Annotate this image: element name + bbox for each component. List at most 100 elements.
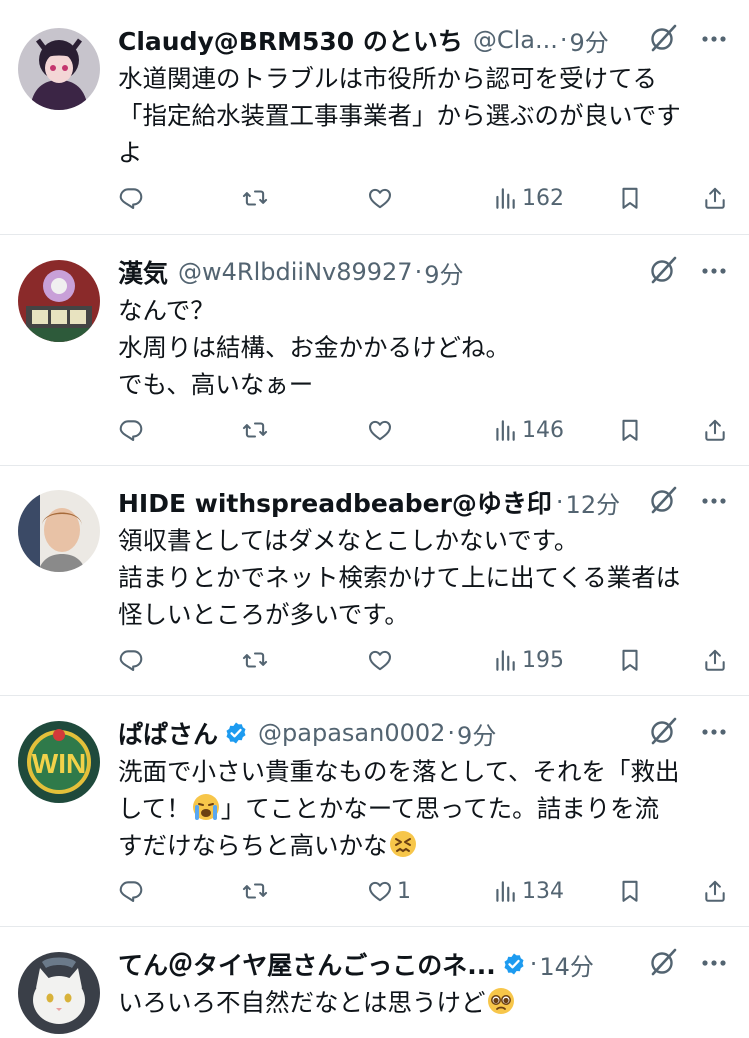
share-button[interactable] — [702, 873, 728, 909]
retweet-button[interactable] — [242, 873, 268, 909]
more-icon[interactable] — [699, 256, 729, 286]
grok-icon[interactable] — [647, 254, 679, 286]
bookmark-icon — [617, 185, 643, 211]
heart-icon — [367, 647, 393, 673]
display-name[interactable]: HIDE withspreadbeaber@ゆき印 — [118, 484, 552, 520]
retweet-button[interactable] — [242, 180, 268, 216]
bookmark-button[interactable] — [617, 412, 643, 448]
tweet[interactable]: 漢気 @w4RlbdiiNv89927 · 9分 なんで？ 水周りは結構、お金か… — [0, 252, 749, 464]
views-button[interactable]: 146 — [492, 412, 564, 448]
display-name[interactable]: Claudy@BRM530 のといち — [118, 22, 463, 58]
views-button[interactable]: 134 — [492, 873, 564, 909]
grok-icon[interactable] — [647, 22, 679, 54]
retweet-button[interactable] — [242, 412, 268, 448]
more-icon[interactable] — [699, 486, 729, 516]
like-button[interactable] — [367, 412, 397, 448]
bookmark-icon — [617, 647, 643, 673]
reply-button[interactable] — [118, 873, 144, 909]
share-button[interactable] — [702, 180, 728, 216]
heart-icon — [367, 185, 393, 211]
more-icon[interactable] — [699, 948, 729, 978]
text-line: 水道関連のトラブルは市役所から認可を受けてる — [118, 64, 657, 93]
pleading-face-emoji-icon — [487, 988, 514, 1014]
like-button[interactable] — [367, 180, 397, 216]
svg-text:WIN: WIN — [32, 748, 86, 779]
reply-icon — [118, 185, 144, 211]
separator: · — [414, 258, 423, 286]
retweet-icon — [242, 417, 268, 443]
heart-icon — [367, 417, 393, 443]
bookmark-icon — [617, 417, 643, 443]
display-name[interactable]: ぱぱさん — [118, 715, 218, 751]
divider — [0, 926, 749, 927]
bookmark-button[interactable] — [617, 873, 643, 909]
view-count: 134 — [522, 878, 564, 904]
tweet-text: 領収書としてはダメなとこしかないです。 詰まりとかでネット検索かけて上に出てくる… — [118, 522, 731, 633]
share-button[interactable] — [702, 642, 728, 678]
reply-button[interactable] — [118, 642, 144, 678]
text-line: すだけならちと高いかな — [118, 827, 731, 864]
reply-icon — [118, 417, 144, 443]
text-line: 「指定給水装置工事事業者」から選ぶのが良いです — [118, 101, 681, 130]
avatar[interactable] — [18, 952, 100, 1034]
reply-button[interactable] — [118, 180, 144, 216]
divider — [0, 234, 749, 235]
timestamp[interactable]: 9分 — [424, 255, 463, 290]
more-icon[interactable] — [699, 24, 729, 54]
like-button[interactable] — [367, 642, 397, 678]
avatar[interactable] — [18, 28, 100, 110]
text-line: でも、高いなぁー — [118, 370, 314, 399]
divider — [0, 465, 749, 466]
text-line: 水周りは結構、お金かかるけどね。 — [118, 333, 510, 362]
tweet[interactable]: Claudy@BRM530 のといち @Cla... · 9分 水道関連のトラブ… — [0, 20, 749, 235]
tweet-text: なんで？ 水周りは結構、お金かかるけどね。 でも、高いなぁー — [118, 292, 731, 403]
tweet-text: いろいろ不自然だなとは思うけど — [118, 984, 731, 1021]
display-name[interactable]: てん＠タイヤ屋さんごっこのネ... — [118, 946, 496, 982]
action-bar: 1 134 — [118, 873, 729, 909]
tweet[interactable]: てん＠タイヤ屋さんごっこのネ... · 14分 いろいろ不自然だなとは思うけど — [0, 944, 749, 1038]
text-line: よ — [118, 138, 143, 167]
avatar[interactable] — [18, 490, 100, 572]
avatar[interactable]: WIN — [18, 721, 100, 803]
share-button[interactable] — [702, 412, 728, 448]
views-icon — [492, 878, 518, 904]
timestamp[interactable]: 12分 — [566, 485, 621, 520]
bookmark-button[interactable] — [617, 642, 643, 678]
timestamp[interactable]: 14分 — [539, 947, 594, 982]
bookmark-icon — [617, 878, 643, 904]
confounded-face-emoji-icon — [389, 831, 416, 857]
text-line: いろいろ不自然だなとは思うけど — [118, 984, 731, 1021]
user-handle[interactable]: @papasan0002 — [258, 719, 445, 747]
views-icon — [492, 185, 518, 211]
verified-badge-icon — [224, 721, 248, 745]
separator: · — [555, 488, 564, 516]
like-button[interactable]: 1 — [367, 873, 411, 909]
views-button[interactable]: 195 — [492, 642, 564, 678]
tweet-text: 洗面で小さい貴重なものを落として、それを「救出 して！ 」てことかなーて思ってた。… — [118, 753, 731, 864]
user-handle[interactable]: @Cla... — [473, 26, 558, 54]
view-count: 162 — [522, 185, 564, 211]
timestamp[interactable]: 9分 — [570, 23, 609, 58]
bookmark-button[interactable] — [617, 180, 643, 216]
avatar[interactable] — [18, 260, 100, 342]
grok-icon[interactable] — [647, 715, 679, 747]
grok-icon[interactable] — [647, 946, 679, 978]
retweet-button[interactable] — [242, 642, 268, 678]
user-handle[interactable]: @w4RlbdiiNv89927 — [178, 258, 413, 286]
reply-button[interactable] — [118, 412, 144, 448]
tweet[interactable]: HIDE withspreadbeaber@ゆき印 · 12分 領収書としてはダ… — [0, 482, 749, 694]
text-line: 怪しいところが多いです。 — [118, 600, 409, 629]
divider — [0, 695, 749, 696]
views-icon — [492, 647, 518, 673]
views-icon — [492, 417, 518, 443]
grok-icon[interactable] — [647, 484, 679, 516]
retweet-icon — [242, 878, 268, 904]
view-count: 146 — [522, 417, 564, 443]
display-name[interactable]: 漢気 — [118, 254, 168, 290]
tweet[interactable]: WIN ぱぱさん @papasan0002 · 9分 洗面で小さい貴重なものを落… — [0, 713, 749, 925]
reply-icon — [118, 647, 144, 673]
text-line: 詰まりとかでネット検索かけて上に出てくる業者は — [118, 563, 681, 592]
timestamp[interactable]: 9分 — [457, 716, 496, 751]
views-button[interactable]: 162 — [492, 180, 564, 216]
more-icon[interactable] — [699, 717, 729, 747]
